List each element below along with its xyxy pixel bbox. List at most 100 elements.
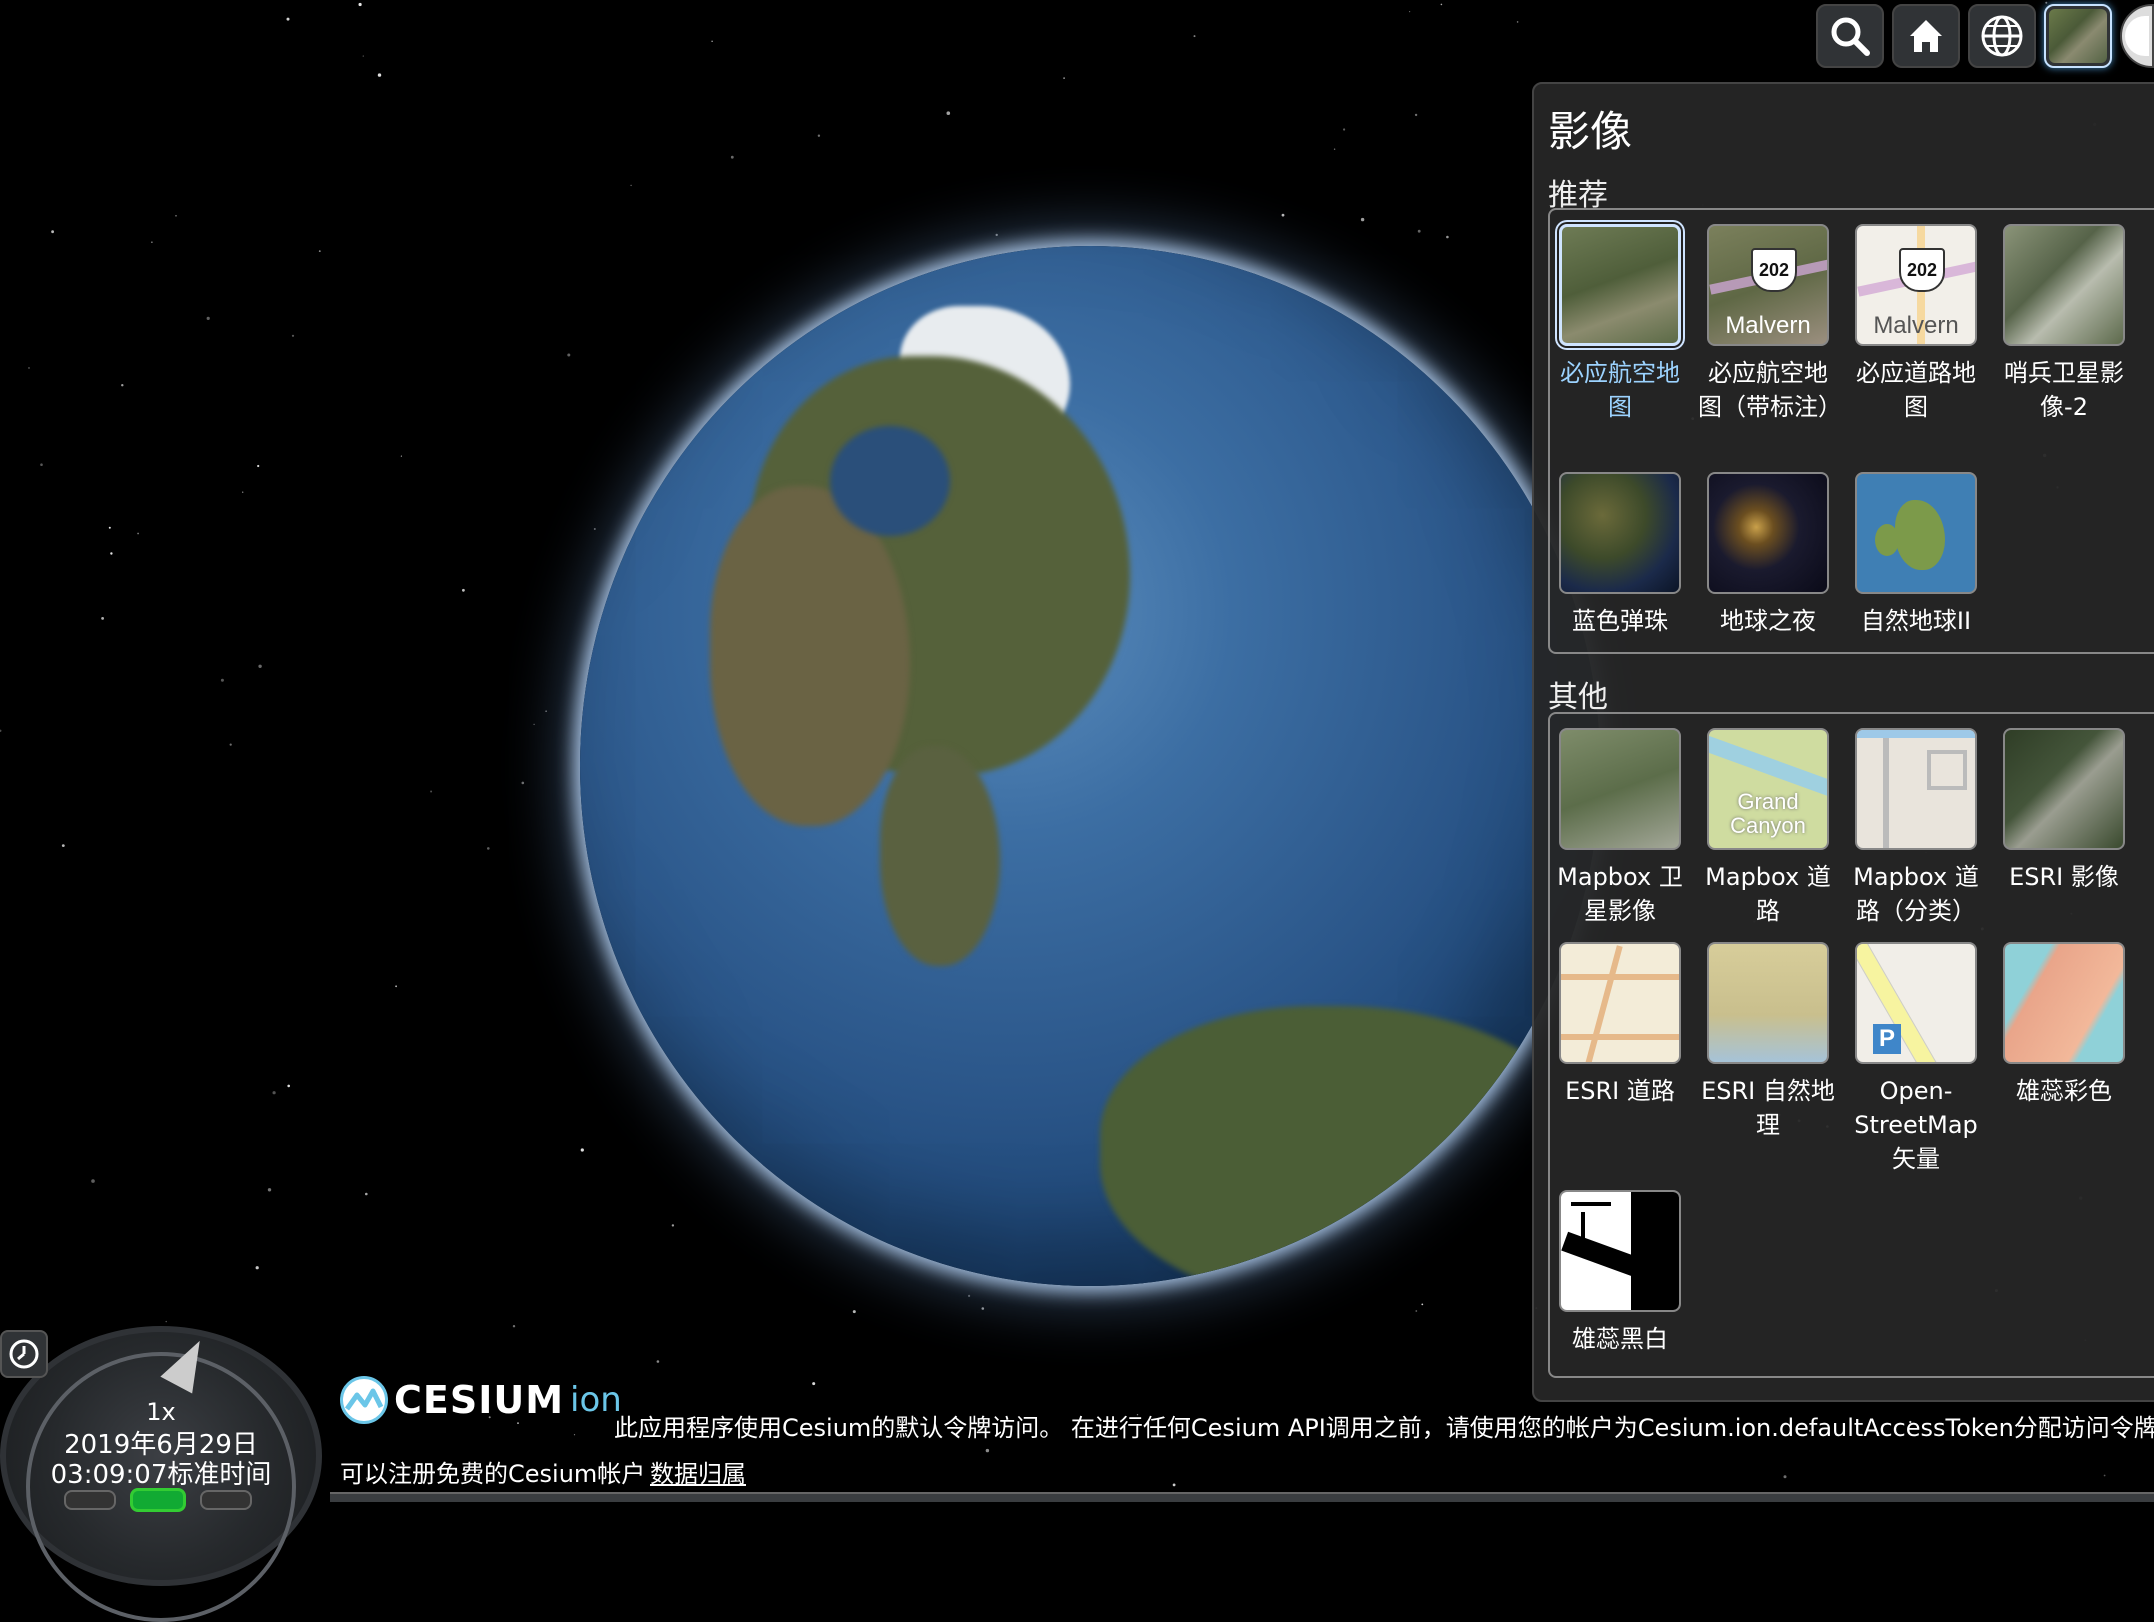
- blue-marble-thumbnail: [1559, 472, 1681, 594]
- star: [656, 1360, 660, 1363]
- imagery-item-label: ESRI 道路: [1565, 1077, 1675, 1105]
- imagery-item-label: ESRI 影像: [2009, 863, 2119, 891]
- hudson-bay: [830, 426, 950, 536]
- place-label: Malvern: [1725, 312, 1811, 339]
- stamen-toner-thumbnail: [1559, 1190, 1681, 1312]
- star: [220, 678, 224, 682]
- imagery-item-natural-earth-ii[interactable]: 自然地球II: [1846, 472, 1986, 638]
- star: [28, 367, 30, 369]
- home-button[interactable]: [1892, 4, 1960, 68]
- imagery-item-label: 雄蕊彩色: [2016, 1077, 2112, 1105]
- star: [121, 384, 124, 387]
- imagery-item-label: 地球之夜: [1720, 607, 1816, 635]
- star: [1193, 35, 1196, 38]
- imagery-item-stamen-watercolor[interactable]: 雄蕊彩色: [1994, 942, 2134, 1108]
- star: [206, 316, 210, 320]
- star: [1409, 11, 1411, 13]
- star: [365, 1192, 368, 1196]
- data-attribution-link[interactable]: 数据归属: [650, 1454, 746, 1489]
- mapbox-satellite-thumbnail: [1559, 728, 1681, 850]
- imagery-item-label: Mapbox 卫星影像: [1557, 863, 1683, 925]
- navigation-help-button[interactable]: [2120, 4, 2154, 68]
- imagery-item-label: 雄蕊黑白: [1572, 1325, 1668, 1353]
- imagery-item-label: 必应航空地图: [1560, 359, 1680, 421]
- star: [2103, 1474, 2106, 1477]
- bing-aerial-labels-thumbnail: 202 Malvern: [1707, 224, 1829, 346]
- esri-imagery-thumbnail: [2003, 728, 2125, 850]
- star: [229, 743, 232, 746]
- clock-button[interactable]: [0, 1330, 48, 1378]
- bing-roads-thumbnail: 202 Malvern: [1855, 224, 1977, 346]
- star: [817, 134, 821, 137]
- imagery-item-label: 自然地球II: [1860, 607, 1972, 635]
- star: [487, 847, 490, 850]
- star: [580, 1148, 584, 1152]
- cesium-ion-logo[interactable]: CESIUM ion: [340, 1376, 622, 1424]
- home-icon: [1910, 20, 1942, 52]
- access-token-warning: 此应用程序使用Cesium的默认令牌访问。 在进行任何Cesium API调用之…: [614, 1414, 2154, 1442]
- timeline-bar[interactable]: [330, 1492, 2154, 1502]
- star: [255, 1266, 259, 1270]
- star: [946, 111, 951, 115]
- star: [968, 1294, 971, 1297]
- imagery-item-blue-marble[interactable]: 蓝色弹珠: [1550, 472, 1690, 638]
- star: [1440, 3, 1443, 6]
- imagery-item-stamen-toner[interactable]: 雄蕊黑白: [1550, 1190, 1690, 1356]
- star: [1360, 217, 1365, 222]
- imagery-item-label: Open-StreetMap 矢量: [1854, 1077, 1978, 1173]
- openstreetmap-thumbnail: P: [1855, 942, 1977, 1064]
- imagery-item-esri-natgeo[interactable]: ESRI 自然地理: [1698, 942, 1838, 1142]
- imagery-item-label: Mapbox 道路（分类）: [1853, 863, 1979, 925]
- imagery-item-bing-aerial[interactable]: 必应航空地图: [1550, 224, 1690, 424]
- pause-button[interactable]: [200, 1490, 252, 1510]
- star: [512, 1325, 516, 1328]
- star: [257, 464, 260, 468]
- base-layer-picker-button[interactable]: [2044, 4, 2112, 68]
- star: [1281, 213, 1285, 217]
- play-reverse-button[interactable]: [64, 1490, 116, 1510]
- play-button[interactable]: [130, 1488, 186, 1512]
- imagery-item-label: 必应航空地图（带标注）: [1698, 359, 1842, 421]
- animation-time: 03:09:07标准时间: [50, 1460, 272, 1490]
- star: [318, 250, 321, 253]
- cesium-toolbar: [1816, 4, 2154, 68]
- star: [1414, 113, 1418, 117]
- imagery-item-label: 哨兵卫星影像-2: [2004, 359, 2124, 421]
- star: [395, 985, 397, 988]
- scene-mode-button[interactable]: [1968, 4, 2036, 68]
- earth-globe[interactable]: [580, 246, 1600, 1286]
- star: [730, 155, 734, 159]
- imagery-item-mapbox-streets[interactable]: Grand Canyon Mapbox 道路: [1698, 728, 1838, 928]
- imagery-item-sentinel-2[interactable]: 哨兵卫星影像-2: [1994, 224, 2134, 424]
- esri-natgeo-thumbnail: [1707, 942, 1829, 1064]
- star: [272, 1091, 276, 1095]
- star: [151, 241, 153, 243]
- imagery-item-esri-imagery[interactable]: ESRI 影像: [1994, 728, 2134, 894]
- star: [110, 552, 113, 555]
- star: [1516, 21, 1519, 23]
- signup-text: 可以注册免费的Cesium帐户: [340, 1460, 646, 1488]
- imagery-item-label: Mapbox 道路: [1705, 863, 1831, 925]
- star: [137, 532, 140, 535]
- star: [1333, 148, 1336, 150]
- imagery-item-earth-at-night[interactable]: 地球之夜: [1698, 472, 1838, 638]
- star: [711, 40, 713, 42]
- star: [362, 55, 364, 57]
- imagery-item-openstreetmap[interactable]: P Open-StreetMap 矢量: [1846, 942, 1986, 1176]
- imagery-item-label: 必应道路地图: [1856, 359, 1976, 421]
- imagery-item-bing-aerial-labels[interactable]: 202 Malvern 必应航空地图（带标注）: [1698, 224, 1842, 424]
- clock-icon: [9, 1339, 39, 1369]
- imagery-item-bing-roads[interactable]: 202 Malvern 必应道路地图: [1846, 224, 1986, 424]
- imagery-item-label: ESRI 自然地理: [1701, 1077, 1835, 1139]
- star: [0, 729, 2, 732]
- imagery-item-mapbox-satellite[interactable]: Mapbox 卫星影像: [1550, 728, 1690, 928]
- animation-speed: 1x: [146, 1398, 176, 1426]
- recommended-imagery-group: 必应航空地图 202 Malvern 必应航空地图（带标注） 202 Malve…: [1548, 208, 2154, 654]
- star: [1421, 1303, 1424, 1306]
- geocoder-search-button[interactable]: [1816, 4, 1884, 68]
- cesium-logo-icon: [340, 1376, 388, 1424]
- star: [1783, 1475, 1787, 1479]
- star: [593, 528, 596, 530]
- imagery-item-mapbox-streets-classic[interactable]: Mapbox 道路（分类）: [1846, 728, 1986, 928]
- imagery-item-esri-streets[interactable]: ESRI 道路: [1550, 942, 1690, 1108]
